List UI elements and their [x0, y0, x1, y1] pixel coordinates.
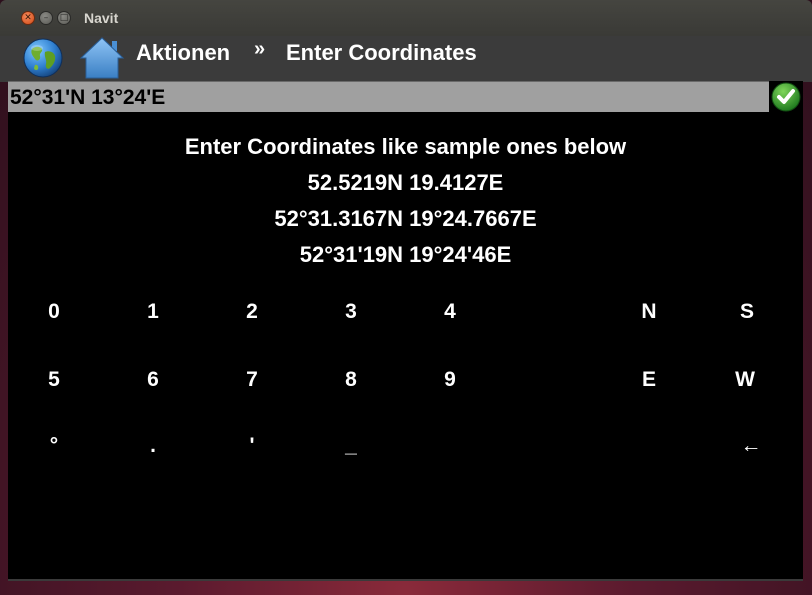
maximize-icon: □: [59, 13, 69, 23]
breadcrumb-separator: »: [254, 38, 266, 60]
coordinate-input[interactable]: [8, 82, 769, 113]
key-degree[interactable]: °: [24, 426, 84, 466]
key-w[interactable]: W: [715, 360, 775, 400]
key-0[interactable]: 0: [24, 292, 84, 332]
confirm-button[interactable]: [769, 81, 803, 113]
checkmark-icon: [771, 82, 801, 112]
window-title: Navit: [84, 10, 119, 26]
maximize-window-button[interactable]: □: [57, 11, 71, 25]
key-7[interactable]: 7: [222, 360, 282, 400]
key-e[interactable]: E: [619, 360, 679, 400]
key-8[interactable]: 8: [321, 360, 381, 400]
key-underscore[interactable]: _: [321, 426, 381, 466]
coordinate-entry-panel: Enter Coordinates like sample ones below…: [8, 112, 803, 579]
close-window-button[interactable]: ✕: [21, 11, 35, 25]
backspace-key[interactable]: ←: [721, 426, 781, 466]
window-bottom-edge: [8, 579, 803, 581]
coordinate-input-bar: [8, 81, 769, 113]
key-6[interactable]: 6: [123, 360, 183, 400]
breadcrumb-actions[interactable]: Aktionen: [136, 40, 230, 66]
breadcrumb-current: Enter Coordinates: [286, 40, 477, 65]
navit-window: ✕ – □ Navit Aktionen » Enter Coordinates…: [0, 0, 812, 585]
sample-coordinate: 52.5219N 19.4127E: [307, 170, 504, 195]
key-s[interactable]: S: [717, 292, 777, 332]
key-dot[interactable]: .: [123, 426, 183, 466]
instruction-heading: Enter Coordinates like sample ones below: [184, 134, 627, 159]
globe-icon[interactable]: [23, 38, 63, 78]
home-icon[interactable]: [79, 36, 125, 80]
minimize-icon: –: [43, 13, 49, 23]
key-apostrophe[interactable]: ': [222, 426, 282, 466]
key-3[interactable]: 3: [321, 292, 381, 332]
title-bar: ✕ – □ Navit: [0, 0, 812, 36]
key-9[interactable]: 9: [420, 360, 480, 400]
key-2[interactable]: 2: [222, 292, 282, 332]
close-icon: ✕: [24, 13, 32, 23]
minimize-window-button[interactable]: –: [39, 11, 53, 25]
key-4[interactable]: 4: [420, 292, 480, 332]
key-5[interactable]: 5: [24, 360, 84, 400]
key-n[interactable]: N: [619, 292, 679, 332]
sample-coordinate: 52°31'19N 19°24'46E: [299, 242, 512, 267]
key-1[interactable]: 1: [123, 292, 183, 332]
sample-coordinate: 52°31.3167N 19°24.7667E: [274, 206, 537, 231]
toolbar: Aktionen » Enter Coordinates: [0, 36, 812, 82]
